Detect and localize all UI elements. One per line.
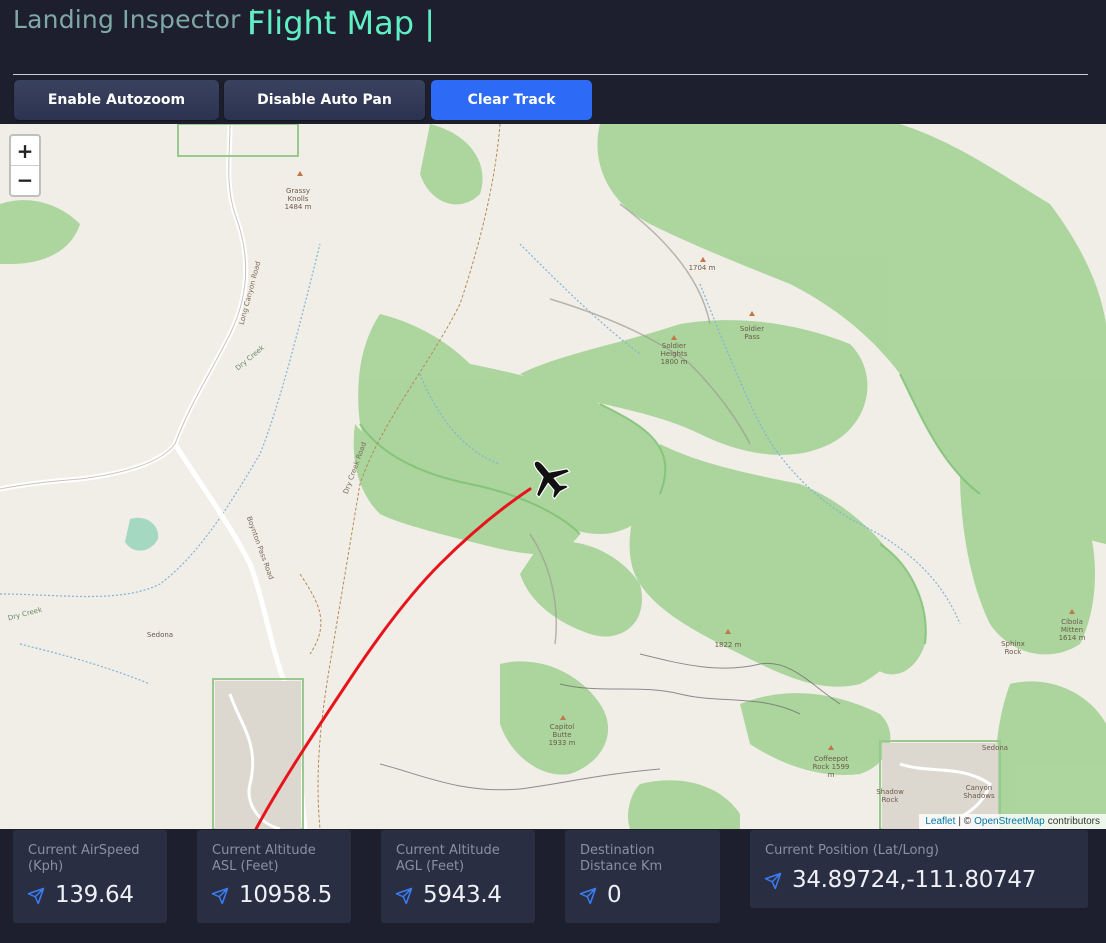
send-icon — [27, 887, 45, 905]
send-icon — [211, 887, 229, 905]
enable-autozoom-button[interactable]: Enable Autozoom — [14, 80, 219, 120]
leaflet-link[interactable]: Leaflet — [925, 816, 955, 827]
label-coffeepot-rock: Coffeepot Rock 1599 m — [812, 755, 850, 779]
current-position-card: Current Position (Lat/Long) 34.89724,-11… — [750, 830, 1088, 908]
disable-auto-pan-button[interactable]: Disable Auto Pan — [224, 80, 425, 120]
label-capitol-butte: Capitol Butte 1933 m — [548, 723, 576, 747]
label-shadow-rock: Shadow Rock — [876, 788, 904, 804]
zoom-in-button[interactable]: + — [11, 136, 39, 165]
zoom-control: + − — [9, 134, 41, 197]
header-divider — [13, 74, 1088, 75]
attribution-separator: | © — [958, 816, 972, 827]
altitude-agl-label: Current Altitude AGL (Feet) — [396, 843, 500, 874]
label-peak-1704: 1704 m — [688, 264, 716, 272]
flight-map[interactable]: Grassy Knolls 1484 m 1704 m Soldier Pass… — [0, 124, 1106, 829]
clear-track-button[interactable]: Clear Track — [431, 80, 592, 120]
destination-distance-card: Destination Distance Km 0 — [565, 830, 720, 923]
send-icon — [579, 887, 597, 905]
send-icon — [395, 887, 413, 905]
altitude-asl-value: 10958.5 — [239, 882, 333, 908]
attribution-suffix: contributors — [1047, 816, 1100, 827]
label-grassy-knolls: Grassy Knolls 1484 m — [284, 187, 312, 211]
altitude-agl-value: 5943.4 — [423, 882, 502, 908]
current-position-label: Current Position (Lat/Long) — [765, 843, 939, 858]
airspeed-value: 139.64 — [55, 882, 134, 908]
header: Landing Inspector | Flight Map | — [0, 0, 1106, 76]
label-soldier-pass: Soldier Pass — [739, 325, 765, 341]
label-sedona-east: Sedona — [981, 744, 1009, 752]
airspeed-label: Current AirSpeed (Kph) — [28, 843, 140, 874]
current-position-value: 34.89724,-111.80747 — [792, 867, 1037, 893]
map-attribution: Leaflet | © OpenStreetMap contributors — [919, 814, 1106, 829]
label-sedona-west: Sedona — [146, 631, 174, 639]
altitude-asl-card: Current Altitude ASL (Feet) 10958.5 — [197, 830, 351, 923]
airspeed-card: Current AirSpeed (Kph) 139.64 — [13, 830, 167, 923]
flight-map-app: Landing Inspector | Flight Map | Enable … — [0, 0, 1106, 943]
brand-title: Landing Inspector | — [13, 5, 258, 34]
openstreetmap-link[interactable]: OpenStreetMap — [974, 816, 1045, 827]
page-title: Flight Map | — [247, 4, 435, 42]
label-peak-1822: 1822 m — [714, 641, 742, 649]
send-icon — [764, 872, 782, 890]
zoom-out-button[interactable]: − — [11, 165, 39, 194]
label-soldier-heights: Soldier Heights 1800 m — [660, 342, 688, 366]
label-canyon-shadows: Canyon Shadows — [963, 784, 995, 800]
altitude-agl-card: Current Altitude AGL (Feet) 5943.4 — [381, 830, 535, 923]
altitude-asl-label: Current Altitude ASL (Feet) — [212, 843, 316, 874]
destination-distance-label: Destination Distance Km — [580, 843, 663, 874]
label-sphinx-rock: Sphinx Rock — [1001, 640, 1025, 656]
destination-distance-value: 0 — [607, 882, 622, 908]
label-cibola-mitten: Cibola Mitten 1614 m — [1058, 618, 1086, 642]
